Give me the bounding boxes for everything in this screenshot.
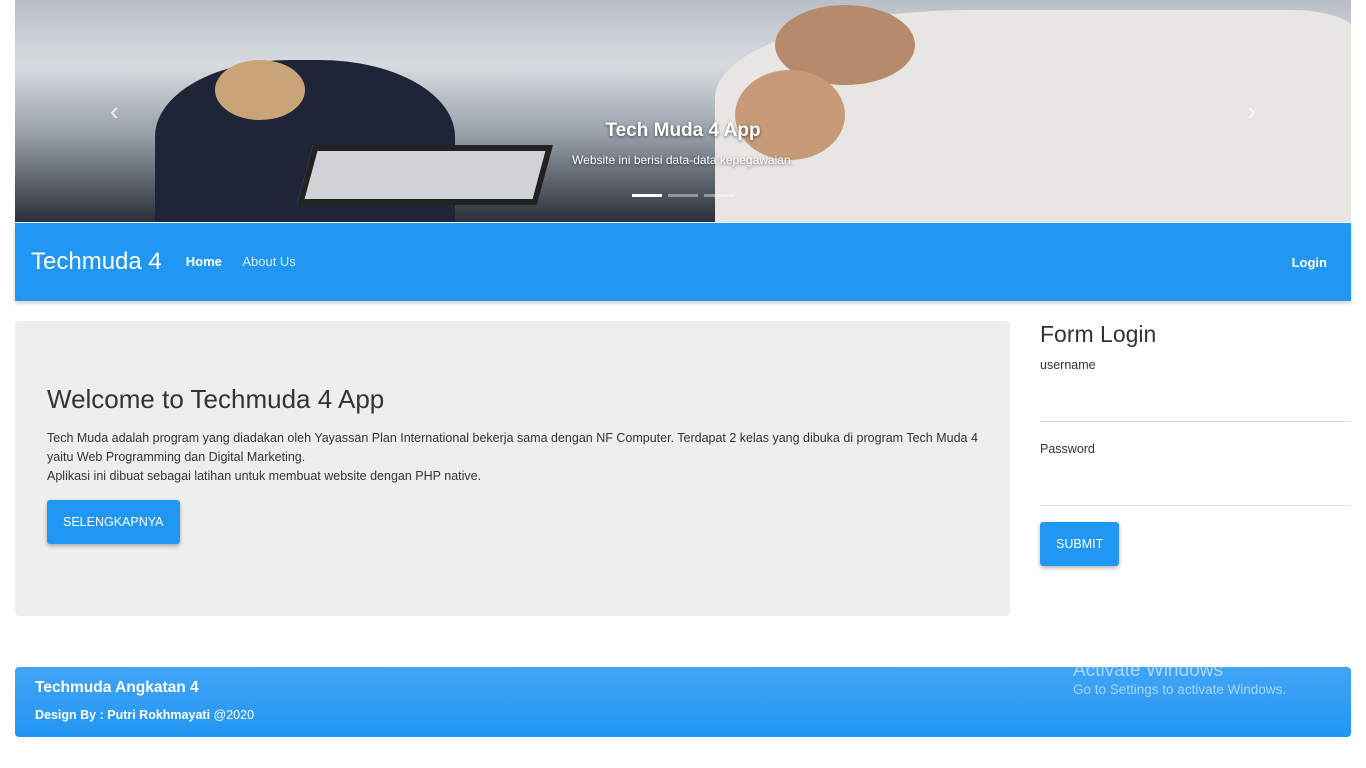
windows-activation-watermark: Activate Windows Go to Settings to activ… (1073, 660, 1286, 697)
carousel-indicator[interactable] (704, 194, 734, 197)
password-input[interactable] (1040, 456, 1351, 506)
welcome-jumbotron: Welcome to Techmuda 4 App Tech Muda adal… (15, 321, 1010, 616)
carousel-image-head (215, 60, 305, 120)
username-label: username (1040, 358, 1096, 372)
username-input[interactable] (1040, 372, 1351, 422)
footer-design-by: Design By : Putri Rokhmayati (35, 708, 211, 722)
nav-login[interactable]: Login (1292, 255, 1327, 270)
footer-year: @2020 (213, 708, 255, 722)
nav-about-us[interactable]: About Us (242, 254, 295, 269)
hero-carousel: ‹ › Tech Muda 4 App Website ini berisi d… (15, 0, 1351, 222)
carousel-indicator[interactable] (632, 194, 662, 197)
welcome-text: Tech Muda adalah program yang diadakan o… (47, 431, 978, 464)
form-title: Form Login (1040, 321, 1157, 347)
carousel-indicators (632, 194, 734, 197)
carousel-caption-subtitle: Website ini berisi data-data kepegawaian… (572, 153, 794, 167)
watermark-subtitle: Go to Settings to activate Windows. (1073, 682, 1287, 697)
carousel-image-head (735, 70, 845, 160)
carousel-indicator[interactable] (668, 194, 698, 197)
navbar-brand[interactable]: Techmuda 4 (31, 248, 162, 276)
navbar: Techmuda 4 Home About Us Login (15, 223, 1351, 301)
selengkapnya-button[interactable]: SELENGKAPNYA (47, 500, 180, 544)
login-form: Form Login username Password SUBMIT (1040, 321, 1351, 566)
watermark-title: Activate Windows (1073, 660, 1223, 681)
carousel-caption-title: Tech Muda 4 App (605, 120, 761, 141)
nav-links: Home About Us (186, 253, 312, 271)
submit-button[interactable]: SUBMIT (1040, 522, 1120, 566)
welcome-title: Welcome to Techmuda 4 App (47, 384, 385, 414)
password-label: Password (1040, 442, 1095, 456)
nav-home[interactable]: Home (186, 254, 222, 269)
welcome-text-2: Aplikasi ini dibuat sebagai latihan untu… (47, 469, 482, 483)
